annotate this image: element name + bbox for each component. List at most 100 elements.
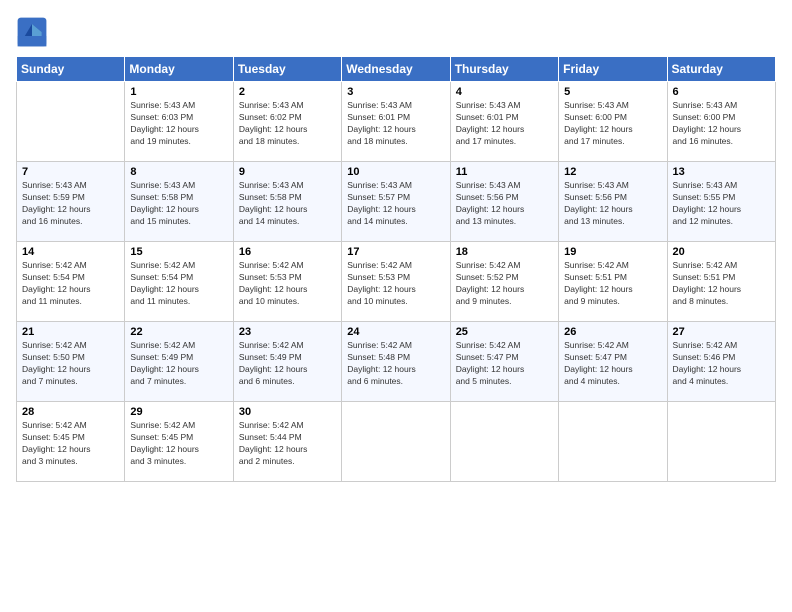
calendar-cell — [342, 402, 450, 482]
calendar-cell: 28 Sunrise: 5:42 AM Sunset: 5:45 PM Dayli… — [17, 402, 125, 482]
day-number: 17 — [347, 246, 444, 258]
day-info: Sunrise: 5:42 AM Sunset: 5:52 PM Dayligh… — [456, 260, 553, 308]
day-info: Sunrise: 5:42 AM Sunset: 5:45 PM Dayligh… — [22, 420, 119, 468]
day-info: Sunrise: 5:43 AM Sunset: 6:00 PM Dayligh… — [673, 100, 770, 148]
day-info: Sunrise: 5:42 AM Sunset: 5:53 PM Dayligh… — [239, 260, 336, 308]
day-number: 10 — [347, 166, 444, 178]
day-info: Sunrise: 5:42 AM Sunset: 5:53 PM Dayligh… — [347, 260, 444, 308]
weekday-header: Tuesday — [233, 57, 341, 82]
logo-icon — [16, 16, 48, 48]
calendar-cell: 17 Sunrise: 5:42 AM Sunset: 5:53 PM Dayli… — [342, 242, 450, 322]
calendar-cell: 5 Sunrise: 5:43 AM Sunset: 6:00 PM Daylig… — [559, 82, 667, 162]
calendar-cell: 26 Sunrise: 5:42 AM Sunset: 5:47 PM Dayli… — [559, 322, 667, 402]
calendar-cell: 16 Sunrise: 5:42 AM Sunset: 5:53 PM Dayli… — [233, 242, 341, 322]
calendar-cell: 2 Sunrise: 5:43 AM Sunset: 6:02 PM Daylig… — [233, 82, 341, 162]
calendar-cell: 1Sunrise: 5:43 AM Sunset: 6:03 PM Daylig… — [125, 82, 233, 162]
day-info: Sunrise: 5:43 AM Sunset: 5:57 PM Dayligh… — [347, 180, 444, 228]
calendar-cell: 13 Sunrise: 5:43 AM Sunset: 5:55 PM Dayli… — [667, 162, 775, 242]
day-number: 20 — [673, 246, 770, 258]
page-header — [16, 16, 776, 48]
day-info: Sunrise: 5:43 AM Sunset: 6:02 PM Dayligh… — [239, 100, 336, 148]
calendar-cell: 4 Sunrise: 5:43 AM Sunset: 6:01 PM Daylig… — [450, 82, 558, 162]
calendar-cell: 15 Sunrise: 5:42 AM Sunset: 5:54 PM Dayli… — [125, 242, 233, 322]
calendar-cell: 30 Sunrise: 5:42 AM Sunset: 5:44 PM Dayli… — [233, 402, 341, 482]
day-number: 25 — [456, 326, 553, 338]
calendar-cell: 6 Sunrise: 5:43 AM Sunset: 6:00 PM Daylig… — [667, 82, 775, 162]
calendar-week-row: 7 Sunrise: 5:43 AM Sunset: 5:59 PM Daylig… — [17, 162, 776, 242]
calendar-cell: 18 Sunrise: 5:42 AM Sunset: 5:52 PM Dayli… — [450, 242, 558, 322]
day-info: Sunrise: 5:42 AM Sunset: 5:48 PM Dayligh… — [347, 340, 444, 388]
day-info: Sunrise: 5:43 AM Sunset: 5:59 PM Dayligh… — [22, 180, 119, 228]
day-number: 6 — [673, 86, 770, 98]
day-number: 8 — [130, 166, 227, 178]
day-number: 29 — [130, 406, 227, 418]
calendar-cell: 22 Sunrise: 5:42 AM Sunset: 5:49 PM Dayli… — [125, 322, 233, 402]
calendar-cell: 10 Sunrise: 5:43 AM Sunset: 5:57 PM Dayli… — [342, 162, 450, 242]
day-number: 15 — [130, 246, 227, 258]
calendar-cell: 20Sunrise: 5:42 AM Sunset: 5:51 PM Dayli… — [667, 242, 775, 322]
day-number: 26 — [564, 326, 661, 338]
day-info: Sunrise: 5:43 AM Sunset: 5:56 PM Dayligh… — [456, 180, 553, 228]
day-info: Sunrise: 5:43 AM Sunset: 5:56 PM Dayligh… — [564, 180, 661, 228]
day-number: 28 — [22, 406, 119, 418]
calendar-cell — [450, 402, 558, 482]
day-number: 5 — [564, 86, 661, 98]
day-number: 13 — [673, 166, 770, 178]
day-info: Sunrise: 5:42 AM Sunset: 5:44 PM Dayligh… — [239, 420, 336, 468]
calendar-cell: 24Sunrise: 5:42 AM Sunset: 5:48 PM Dayli… — [342, 322, 450, 402]
day-number: 19 — [564, 246, 661, 258]
day-number: 1 — [130, 86, 227, 98]
day-info: Sunrise: 5:42 AM Sunset: 5:51 PM Dayligh… — [564, 260, 661, 308]
calendar-week-row: 21 Sunrise: 5:42 AM Sunset: 5:50 PM Dayli… — [17, 322, 776, 402]
calendar-cell: 3 Sunrise: 5:43 AM Sunset: 6:01 PM Daylig… — [342, 82, 450, 162]
calendar-cell: 29 Sunrise: 5:42 AM Sunset: 5:45 PM Dayli… — [125, 402, 233, 482]
day-number: 9 — [239, 166, 336, 178]
day-number: 11 — [456, 166, 553, 178]
calendar-cell — [559, 402, 667, 482]
calendar-cell: 23Sunrise: 5:42 AM Sunset: 5:49 PM Dayli… — [233, 322, 341, 402]
day-info: Sunrise: 5:42 AM Sunset: 5:54 PM Dayligh… — [130, 260, 227, 308]
logo — [16, 16, 52, 48]
calendar-cell: 27Sunrise: 5:42 AM Sunset: 5:46 PM Dayli… — [667, 322, 775, 402]
day-number: 7 — [22, 166, 119, 178]
calendar-cell: 8 Sunrise: 5:43 AM Sunset: 5:58 PM Daylig… — [125, 162, 233, 242]
weekday-header: Friday — [559, 57, 667, 82]
day-number: 14 — [22, 246, 119, 258]
day-info: Sunrise: 5:43 AM Sunset: 5:58 PM Dayligh… — [130, 180, 227, 228]
day-number: 4 — [456, 86, 553, 98]
calendar-cell: 21 Sunrise: 5:42 AM Sunset: 5:50 PM Dayli… — [17, 322, 125, 402]
day-info: Sunrise: 5:43 AM Sunset: 5:55 PM Dayligh… — [673, 180, 770, 228]
weekday-header: Saturday — [667, 57, 775, 82]
day-info: Sunrise: 5:42 AM Sunset: 5:54 PM Dayligh… — [22, 260, 119, 308]
day-number: 12 — [564, 166, 661, 178]
day-info: Sunrise: 5:42 AM Sunset: 5:47 PM Dayligh… — [456, 340, 553, 388]
day-number: 30 — [239, 406, 336, 418]
day-number: 27 — [673, 326, 770, 338]
calendar-cell: 25 Sunrise: 5:42 AM Sunset: 5:47 PM Dayli… — [450, 322, 558, 402]
day-number: 22 — [130, 326, 227, 338]
day-info: Sunrise: 5:42 AM Sunset: 5:45 PM Dayligh… — [130, 420, 227, 468]
day-info: Sunrise: 5:42 AM Sunset: 5:47 PM Dayligh… — [564, 340, 661, 388]
day-number: 18 — [456, 246, 553, 258]
day-number: 21 — [22, 326, 119, 338]
weekday-header: Wednesday — [342, 57, 450, 82]
calendar-cell: 12 Sunrise: 5:43 AM Sunset: 5:56 PM Dayli… — [559, 162, 667, 242]
calendar-cell — [667, 402, 775, 482]
day-info: Sunrise: 5:43 AM Sunset: 6:01 PM Dayligh… — [456, 100, 553, 148]
weekday-header: Monday — [125, 57, 233, 82]
calendar-cell: 9 Sunrise: 5:43 AM Sunset: 5:58 PM Daylig… — [233, 162, 341, 242]
calendar-cell: 7 Sunrise: 5:43 AM Sunset: 5:59 PM Daylig… — [17, 162, 125, 242]
calendar-cell: 11 Sunrise: 5:43 AM Sunset: 5:56 PM Dayli… — [450, 162, 558, 242]
day-info: Sunrise: 5:42 AM Sunset: 5:50 PM Dayligh… — [22, 340, 119, 388]
calendar-week-row: 14 Sunrise: 5:42 AM Sunset: 5:54 PM Dayli… — [17, 242, 776, 322]
day-info: Sunrise: 5:43 AM Sunset: 5:58 PM Dayligh… — [239, 180, 336, 228]
day-info: Sunrise: 5:43 AM Sunset: 6:00 PM Dayligh… — [564, 100, 661, 148]
calendar-week-row: 28 Sunrise: 5:42 AM Sunset: 5:45 PM Dayli… — [17, 402, 776, 482]
day-number: 3 — [347, 86, 444, 98]
day-number: 23 — [239, 326, 336, 338]
calendar-week-row: 1Sunrise: 5:43 AM Sunset: 6:03 PM Daylig… — [17, 82, 776, 162]
day-info: Sunrise: 5:42 AM Sunset: 5:49 PM Dayligh… — [130, 340, 227, 388]
day-number: 2 — [239, 86, 336, 98]
day-info: Sunrise: 5:43 AM Sunset: 6:01 PM Dayligh… — [347, 100, 444, 148]
day-number: 16 — [239, 246, 336, 258]
